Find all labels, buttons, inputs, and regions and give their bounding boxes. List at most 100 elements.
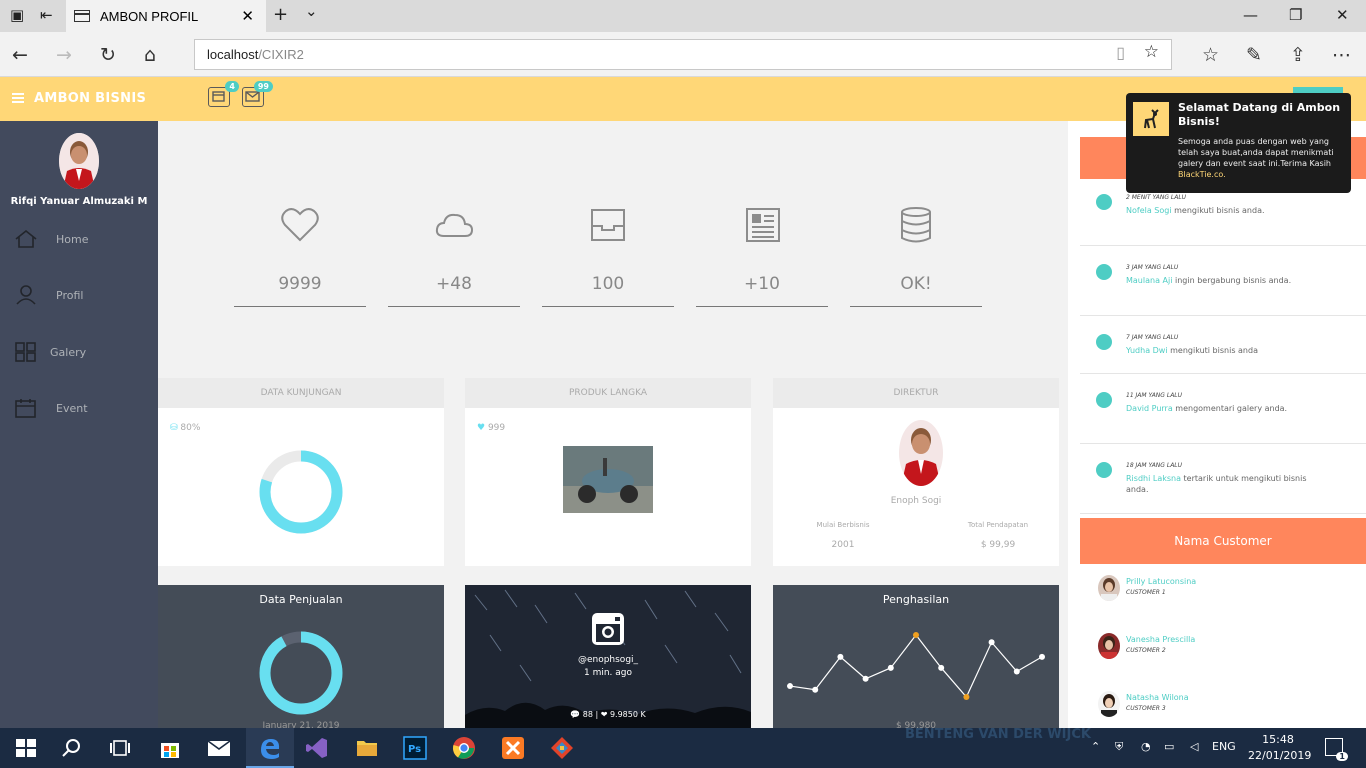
- address-bar[interactable]: localhost/CIXIR2 ▯ ☆: [194, 39, 1172, 70]
- tab-title: AMBON PROFIL: [100, 8, 199, 24]
- tab-list-button[interactable]: ⌄: [305, 2, 318, 20]
- store-icon[interactable]: [158, 736, 182, 760]
- notification-body: Semoga anda puas dengan web yang telah s…: [1178, 136, 1346, 180]
- income-point[interactable]: [887, 664, 894, 671]
- income-point[interactable]: [988, 639, 995, 646]
- customer-name[interactable]: Vanesha Prescilla: [1126, 635, 1195, 644]
- activity-message: David Purra mengomentari galery anda.: [1126, 403, 1326, 414]
- wifi-icon[interactable]: ◔: [1141, 740, 1151, 753]
- new-tab-button[interactable]: +: [273, 4, 288, 25]
- mail-app-icon[interactable]: [207, 736, 231, 760]
- customer-item[interactable]: Natasha Wilona CUSTOMER 3: [1098, 691, 1338, 719]
- customer-name[interactable]: Natasha Wilona: [1126, 693, 1189, 702]
- sidebar-item-galery[interactable]: Galery: [14, 341, 154, 363]
- sidebar-item-profil[interactable]: Profil: [14, 284, 154, 306]
- income-point[interactable]: [938, 664, 945, 671]
- income-point[interactable]: [787, 683, 793, 690]
- visual-studio-icon[interactable]: [305, 736, 329, 760]
- more-icon[interactable]: ⋯: [1332, 44, 1351, 66]
- battery-icon[interactable]: ▭: [1164, 740, 1174, 753]
- activity-item[interactable]: 7 JAM YANG LALU Yudha Dwi mengikuti bisn…: [1096, 334, 1336, 356]
- refresh-icon[interactable]: ↻: [100, 44, 116, 66]
- reading-view-icon[interactable]: ▯: [1116, 43, 1125, 63]
- tab-close-button[interactable]: ✕: [241, 7, 254, 25]
- page-icon: [74, 10, 90, 22]
- panel-title: Penghasilan: [882, 593, 950, 606]
- favorites-hub-icon[interactable]: ☆: [1202, 44, 1219, 66]
- activity-time: 7 JAM YANG LALU: [1126, 334, 1179, 341]
- notification-link[interactable]: BlackTie.co.: [1178, 170, 1226, 179]
- mail-badge: 99: [253, 81, 273, 92]
- home-browser-icon[interactable]: ⌂: [144, 44, 156, 66]
- activity-item[interactable]: 11 JAM YANG LALU David Purra mengomentar…: [1096, 392, 1336, 414]
- customer-role: CUSTOMER 1: [1126, 589, 1166, 596]
- panel-produk-langka: PRODUK LANGKA ♥ 999: [465, 378, 751, 566]
- product-likes[interactable]: ♥ 999: [477, 423, 505, 433]
- clock[interactable]: 15:48 22/01/2019: [1248, 732, 1311, 764]
- director-income-value: $ 99,99: [980, 540, 1016, 550]
- activity-user[interactable]: Yudha Dwi: [1126, 346, 1168, 355]
- pen-icon[interactable]: ✎: [1246, 44, 1262, 66]
- taskbar-edge-active[interactable]: [246, 728, 294, 768]
- activity-user[interactable]: David Purra: [1126, 404, 1173, 413]
- search-icon[interactable]: [60, 736, 84, 760]
- activity-item[interactable]: 2 MENIT YANG LALU Nofela Sogi mengikuti …: [1096, 194, 1336, 216]
- url-path: /CIXIR2: [258, 47, 304, 62]
- volume-icon[interactable]: ◁: [1190, 740, 1198, 753]
- panel-data-penjualan: Data Penjualan January 21, 2019: [158, 585, 444, 731]
- income-point[interactable]: [812, 686, 819, 693]
- tab-actions-icon[interactable]: ▣: [10, 6, 24, 24]
- sidebar: Rifqi Yanuar Almuzaki M Home Profil Gale…: [0, 121, 158, 728]
- welcome-notification[interactable]: Selamat Datang di Ambon Bisnis! Semoga a…: [1126, 93, 1351, 193]
- xampp-icon[interactable]: [501, 736, 525, 760]
- photoshop-icon[interactable]: Ps: [403, 736, 427, 760]
- panel-instagram[interactable]: @enophsogi_ 1 min. ago 💬 88 | ❤ 9.9850 K: [465, 585, 751, 728]
- director-avatar[interactable]: [899, 420, 943, 486]
- sidebar-item-home[interactable]: Home: [14, 228, 154, 250]
- sourcetree-icon[interactable]: [550, 736, 574, 760]
- start-icon[interactable]: [14, 736, 38, 760]
- language-indicator[interactable]: ENG: [1212, 740, 1236, 753]
- file-explorer-icon[interactable]: [355, 736, 379, 760]
- income-point[interactable]: [963, 694, 970, 700]
- mail-icon[interactable]: 99: [242, 81, 273, 107]
- share-icon[interactable]: ⇪: [1290, 44, 1306, 66]
- income-point[interactable]: [1013, 668, 1020, 675]
- close-window-button[interactable]: ✕: [1336, 6, 1349, 24]
- sidebar-item-event[interactable]: Event: [14, 397, 154, 419]
- customer-item[interactable]: Prilly Latuconsina CUSTOMER 1: [1098, 575, 1338, 603]
- income-point[interactable]: [862, 675, 869, 682]
- stat-card-inbox: 100: [542, 206, 674, 307]
- income-point[interactable]: [913, 632, 919, 638]
- favorite-star-icon[interactable]: ☆: [1144, 42, 1159, 62]
- customer-role: CUSTOMER 2: [1126, 647, 1166, 654]
- activity-item[interactable]: 18 JAM YANG LALU Risdhi Laksna tertarik …: [1096, 462, 1336, 495]
- customer-item[interactable]: Vanesha Prescilla CUSTOMER 2: [1098, 633, 1338, 661]
- tray-chevron-icon[interactable]: ⌃: [1091, 740, 1100, 753]
- avatar[interactable]: [59, 133, 99, 189]
- task-view-icon[interactable]: [108, 736, 132, 760]
- action-center-icon[interactable]: 1: [1325, 738, 1348, 761]
- forward-icon[interactable]: →: [56, 44, 72, 66]
- activity-item[interactable]: 3 JAM YANG LALU Maulana Aji ingin bergab…: [1096, 264, 1336, 286]
- set-aside-tabs-icon[interactable]: ⇤: [40, 6, 53, 24]
- chrome-icon[interactable]: [452, 736, 476, 760]
- stat-card-likes: 9999: [234, 206, 366, 307]
- back-icon[interactable]: ←: [12, 44, 28, 66]
- vespa-image[interactable]: [563, 446, 653, 513]
- menu-toggle-icon[interactable]: [12, 93, 24, 103]
- security-icon[interactable]: ⛨: [1115, 740, 1123, 754]
- active-tab[interactable]: AMBON PROFIL ✕: [66, 0, 266, 32]
- brand-logo[interactable]: AMBON BISNIS: [34, 91, 146, 106]
- income-point[interactable]: [837, 653, 844, 660]
- activity-user[interactable]: Maulana Aji: [1126, 276, 1172, 285]
- tasks-icon[interactable]: 4: [208, 81, 239, 107]
- maximize-button[interactable]: ❐: [1289, 6, 1302, 24]
- income-point[interactable]: [1039, 653, 1045, 660]
- activity-user[interactable]: Nofela Sogi: [1126, 206, 1172, 215]
- customer-name[interactable]: Prilly Latuconsina: [1126, 577, 1196, 586]
- minimize-button[interactable]: —: [1243, 6, 1258, 24]
- activity-message: Nofela Sogi mengikuti bisnis anda.: [1126, 205, 1326, 216]
- activity-user[interactable]: Risdhi Laksna: [1126, 474, 1181, 483]
- instagram-handle[interactable]: @enophsogi_: [465, 655, 751, 665]
